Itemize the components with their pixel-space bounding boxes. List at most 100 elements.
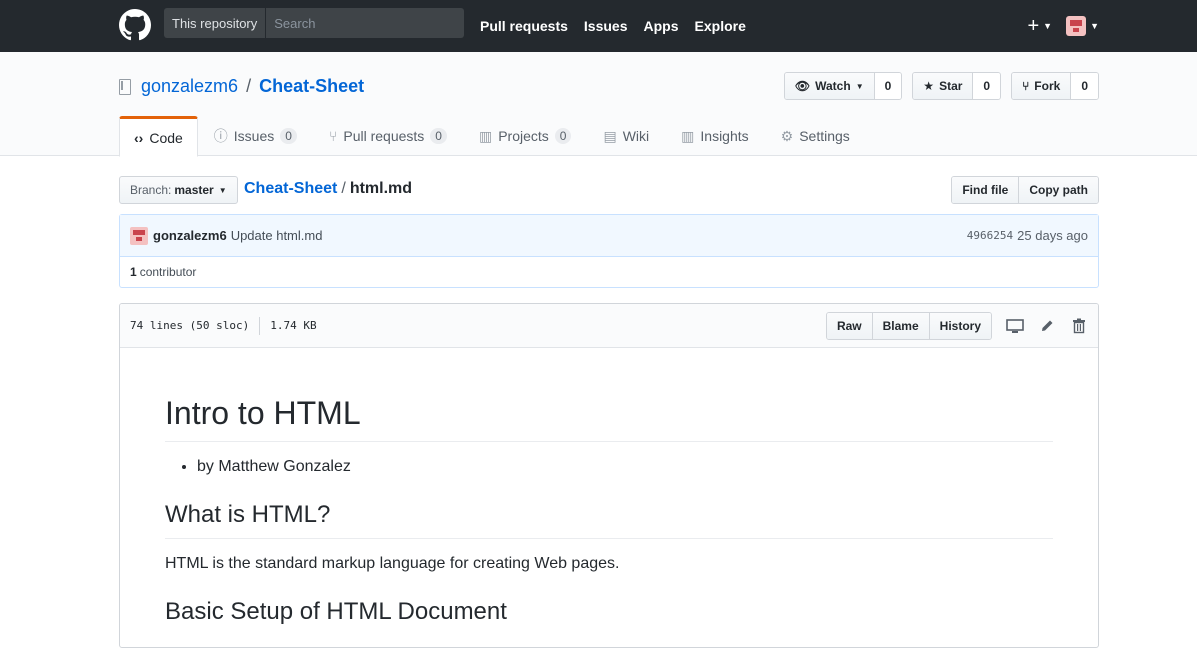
project-icon: ▥ [478, 127, 493, 144]
contributors-link[interactable]: 1 contributor [120, 257, 1098, 287]
commit-sha-link[interactable]: 4966254 [967, 228, 1013, 243]
star-label: Star [939, 79, 963, 93]
commit-tease: gonzalezm6 Update html.md 4966254 25 day… [119, 214, 1099, 288]
path-separator: / [246, 76, 252, 96]
bullet-list: by Matthew Gonzalez [197, 458, 1053, 476]
repo-actions: 👁 Watch ▼ 0 ★ Star 0 ⑂ Fork 0 [783, 72, 1099, 100]
avatar[interactable] [130, 226, 148, 245]
nav-issues[interactable]: Issues [584, 18, 628, 34]
breadcrumb: Cheat-Sheet / html.md [244, 180, 412, 198]
top-bar: This repository Pull requests Issues App… [0, 0, 1197, 52]
search-box: This repository [164, 8, 464, 38]
repo-header: gonzalezm6 / Cheat-Sheet 👁 Watch ▼ 0 ★ Star… [0, 52, 1197, 157]
breadcrumb-file: html.md [349, 180, 413, 197]
tab-settings[interactable]: ⚙ Settings [765, 116, 866, 156]
contributor-label: contributor [139, 265, 197, 279]
divider [259, 316, 261, 335]
user-actions: + ▼ ▼ [1027, 0, 1099, 52]
path-separator: / [341, 180, 346, 197]
search-scope: This repository [164, 8, 267, 38]
star-button[interactable]: ★ Star [913, 73, 974, 99]
global-nav: Pull requests Issues Apps Explore [480, 0, 746, 52]
issue-icon: ⓘ [213, 128, 228, 144]
repo-name-link[interactable]: Cheat-Sheet [259, 76, 364, 97]
find-file-button[interactable]: Find file [952, 177, 1019, 203]
tab-code[interactable]: ‹› Code [119, 116, 198, 157]
watch-button[interactable]: 👁 Watch ▼ [784, 73, 875, 99]
fork-group: ⑂ Fork 0 [1011, 72, 1099, 100]
repo-owner-link[interactable]: gonzalezm6 [141, 76, 238, 97]
tab-counter: 0 [280, 128, 297, 144]
file-header: 74 lines (50 sloc) 1.74 KB Raw Blame His… [120, 304, 1098, 348]
history-button[interactable]: History [928, 312, 991, 339]
tab-label: Settings [799, 128, 850, 144]
caret-down-icon: ▼ [1090, 21, 1099, 31]
tab-projects[interactable]: ▥ Projects 0 [463, 116, 588, 156]
search-input[interactable] [266, 8, 464, 38]
fork-label: Fork [1034, 79, 1061, 93]
eye-icon: 👁 [794, 79, 811, 93]
branch-select-button[interactable]: Branch: master ▼ [119, 176, 238, 204]
gear-icon: ⚙ [780, 127, 794, 144]
plus-icon: + [1027, 14, 1040, 37]
star-icon: ★ [923, 79, 935, 93]
nav-explore[interactable]: Explore [695, 18, 746, 34]
github-logo-icon[interactable] [119, 9, 151, 41]
commit-meta: 4966254 25 days ago [967, 228, 1088, 243]
tab-counter: 0 [554, 128, 572, 144]
caret-down-icon: ▼ [855, 81, 864, 91]
fork-count[interactable]: 0 [1071, 73, 1098, 99]
heading-what-is-html: What is HTML? [165, 500, 1053, 539]
contributor-count: 1 [130, 265, 137, 279]
tab-issues[interactable]: ⓘ Issues 0 [198, 116, 313, 156]
star-count[interactable]: 0 [973, 73, 1001, 99]
star-group: ★ Star 0 [912, 72, 1002, 100]
paragraph: HTML is the standard markup language for… [165, 555, 620, 572]
fork-icon: ⑂ [1022, 79, 1030, 93]
heading-basic-setup: Basic Setup of HTML Document [165, 598, 507, 625]
user-menu-button[interactable]: ▼ [1066, 16, 1099, 36]
tab-insights[interactable]: ▥ Insights [665, 116, 764, 156]
nav-pull-requests[interactable]: Pull requests [480, 18, 568, 34]
fork-button[interactable]: ⑂ Fork [1012, 73, 1072, 99]
commit-author-link[interactable]: gonzalezm6 [153, 228, 227, 243]
commit-message-link[interactable]: Update html.md [231, 228, 323, 243]
file-path-actions: Find file Copy path [951, 176, 1099, 204]
watch-count[interactable]: 0 [874, 73, 902, 99]
blame-button[interactable]: Blame [871, 312, 929, 339]
branch-value: master [174, 183, 214, 197]
list-item: by Matthew Gonzalez [197, 458, 1053, 476]
pencil-icon[interactable] [1038, 318, 1056, 334]
tab-wiki[interactable]: ▤ Wiki [587, 116, 665, 156]
tab-counter: 0 [430, 128, 447, 144]
file-line-count: 74 lines (50 sloc) [130, 319, 250, 332]
code-icon: ‹› [134, 129, 144, 146]
copy-path-button[interactable]: Copy path [1018, 177, 1098, 203]
graph-icon: ▥ [681, 127, 695, 144]
tab-label: Projects [498, 128, 549, 144]
tab-label: Issues [233, 128, 275, 144]
tab-label: Pull requests [343, 128, 425, 144]
raw-button[interactable]: Raw [826, 312, 872, 339]
watch-group: 👁 Watch ▼ 0 [783, 72, 903, 100]
trash-icon[interactable] [1070, 318, 1088, 334]
markdown-body: Intro to HTML by Matthew Gonzalez What i… [120, 348, 1098, 635]
watch-label: Watch [815, 79, 851, 93]
desktop-icon[interactable] [1006, 318, 1024, 334]
breadcrumb-repo-link[interactable]: Cheat-Sheet [244, 180, 337, 198]
book-icon: ▤ [603, 127, 617, 144]
heading-intro: Intro to HTML [165, 393, 1053, 442]
repo-tabs: ‹› Code ⓘ Issues 0 ⑂ Pull requests 0 ▥ P… [119, 116, 866, 157]
commit-time: 25 days ago [1017, 228, 1088, 243]
repo-title: gonzalezm6 / Cheat-Sheet [119, 76, 364, 97]
branch-label: Branch: [130, 183, 172, 197]
caret-down-icon: ▼ [218, 185, 227, 195]
latest-commit: gonzalezm6 Update html.md 4966254 25 day… [120, 215, 1098, 257]
nav-apps[interactable]: Apps [644, 18, 679, 34]
file-view-buttons: Raw Blame History [825, 311, 992, 340]
create-new-button[interactable]: + ▼ [1027, 15, 1052, 38]
pull-request-icon: ⑂ [328, 128, 338, 144]
tab-label: Wiki [622, 128, 650, 144]
tab-pull-requests[interactable]: ⑂ Pull requests 0 [313, 116, 463, 156]
repo-icon [119, 78, 131, 95]
